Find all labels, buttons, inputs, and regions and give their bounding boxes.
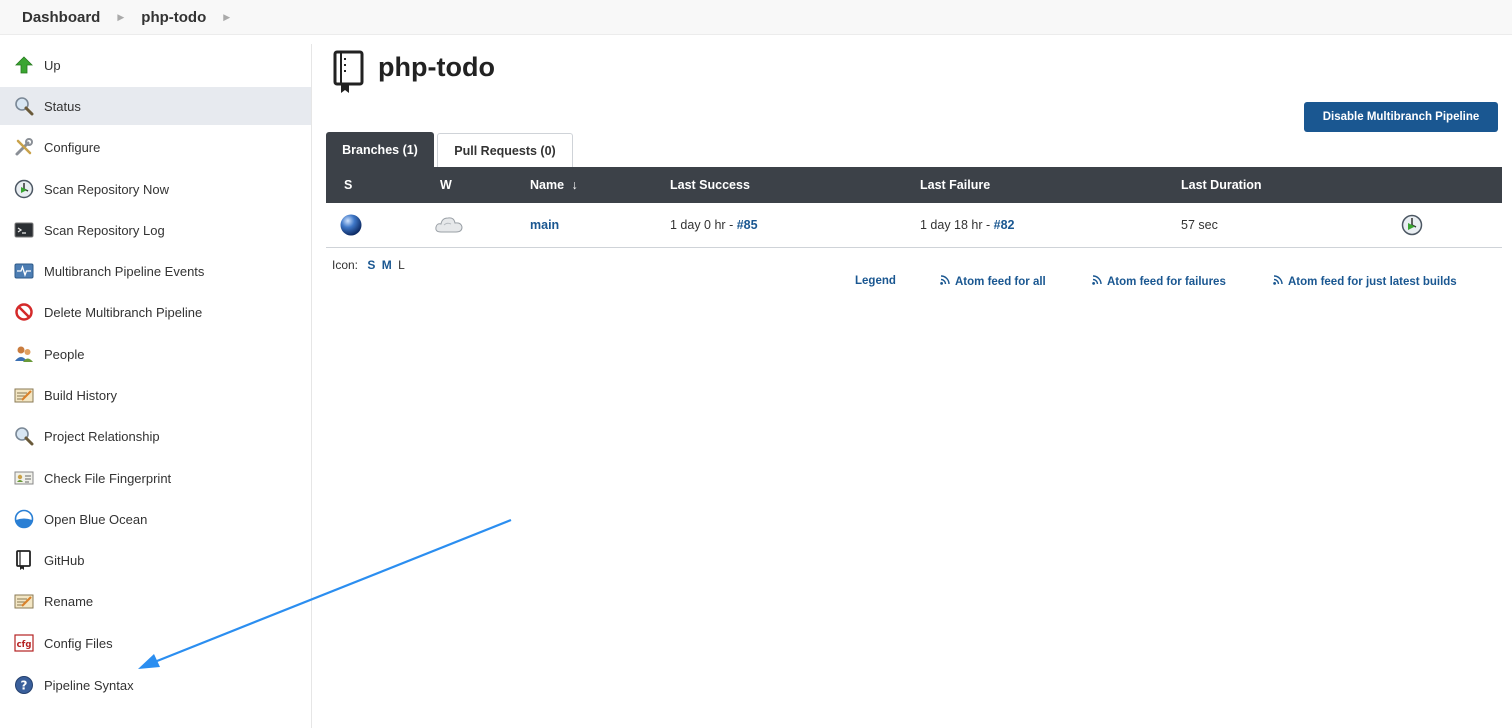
rss-icon [1273, 275, 1283, 288]
sidebar-item-label: People [44, 346, 85, 362]
last-success-time: 1 day 0 hr - [670, 218, 737, 232]
cfg-file-icon: cfg [14, 633, 34, 653]
sidebar-item-label: Up [44, 57, 61, 73]
icon-size-large: L [398, 258, 405, 272]
sidebar-item-label: GitHub [44, 552, 85, 568]
no-entry-icon [14, 302, 34, 322]
sidebar-item-status[interactable]: Status [0, 87, 311, 125]
sidebar-item-up[interactable]: Up [0, 46, 311, 84]
last-duration-value: 57 sec [1181, 218, 1218, 232]
sidebar-item-label: Delete Multibranch Pipeline [44, 304, 203, 320]
sidebar-item-label: Check File Fingerprint [44, 470, 172, 486]
people-icon [14, 344, 34, 364]
last-failure-time: 1 day 18 hr - [920, 218, 994, 232]
breadcrumb-separator-icon: ▶ [117, 11, 125, 22]
rss-icon [1092, 275, 1102, 288]
sidebar-item-label: Scan Repository Log [44, 222, 165, 238]
wrench-screwdriver-icon [14, 137, 34, 157]
sidebar-item-github[interactable]: GitHub [0, 541, 311, 579]
sidebar-item-configure[interactable]: Configure [0, 128, 311, 166]
sidebar-item-build-history[interactable]: Build History [0, 376, 311, 414]
column-header-status[interactable]: S [344, 178, 352, 192]
atom-feed-latest-link[interactable]: Atom feed for just latest builds [1273, 275, 1457, 288]
sidebar-item-label: Rename [44, 593, 94, 609]
terminal-icon [14, 220, 34, 240]
sidebar-item-rename[interactable]: Rename [0, 582, 311, 620]
atom-feed-all-link[interactable]: Atom feed for all [940, 275, 1046, 288]
blue-ocean-icon [14, 509, 34, 529]
breadcrumb-php-todo[interactable]: php-todo [141, 9, 206, 26]
fingerprint-card-icon [14, 468, 34, 488]
sidebar-item-scan-repository-log[interactable]: Scan Repository Log [0, 211, 311, 249]
sidebar-item-pipeline-syntax[interactable]: ? Pipeline Syntax [0, 666, 311, 704]
up-arrow-icon [14, 55, 34, 75]
atom-feed-failures-link[interactable]: Atom feed for failures [1092, 275, 1226, 288]
cloud-icon [434, 213, 464, 238]
sidebar-item-label: Build History [44, 387, 117, 403]
sidebar-item-config-files[interactable]: cfg Config Files [0, 624, 311, 662]
table-row: main 1 day 0 hr - #85 1 day 18 hr - #82 … [326, 203, 1502, 248]
column-header-last-success[interactable]: Last Success [670, 178, 750, 192]
sidebar-item-multibranch-pipeline-events[interactable]: Multibranch Pipeline Events [0, 252, 311, 290]
svg-text:?: ? [21, 679, 28, 693]
disable-multibranch-pipeline-button[interactable]: Disable Multibranch Pipeline [1304, 102, 1498, 132]
sidebar-item-delete-multibranch-pipeline[interactable]: Delete Multibranch Pipeline [0, 293, 311, 331]
last-success-build-link[interactable]: #85 [737, 218, 758, 232]
last-failure-cell: 1 day 18 hr - #82 [920, 218, 1015, 232]
breadcrumb-separator-icon[interactable]: ▶ [223, 12, 230, 23]
sidebar-item-label: Scan Repository Now [44, 181, 169, 197]
sidebar-item-label: Config Files [44, 635, 113, 651]
sidebar-item-label: Multibranch Pipeline Events [44, 263, 205, 279]
atom-feed-failures-label: Atom feed for failures [1107, 275, 1226, 288]
sidebar-item-check-file-fingerprint[interactable]: Check File Fingerprint [0, 459, 311, 497]
scan-clock-icon [14, 179, 34, 199]
branches-table-header: S W Name ↓ Last Success Last Failure Las… [326, 167, 1502, 203]
branch-name-link[interactable]: main [530, 218, 559, 232]
notepad-icon [14, 385, 34, 405]
sidebar-item-project-relationship[interactable]: Project Relationship [0, 417, 311, 455]
last-failure-build-link[interactable]: #82 [994, 218, 1015, 232]
sidebar-item-scan-repository-now[interactable]: Scan Repository Now [0, 170, 311, 208]
sidebar: Up Status Configure Scan Repository Now … [0, 44, 312, 728]
legend-link[interactable]: Legend [855, 275, 896, 287]
icon-size-medium[interactable]: M [382, 258, 392, 272]
sidebar-item-label: Project Relationship [44, 428, 160, 444]
sort-down-arrow-icon: ↓ [571, 178, 578, 192]
icon-size-selector: Icon: S M L [332, 258, 405, 272]
atom-feed-all-label: Atom feed for all [955, 275, 1046, 288]
breadcrumb-dashboard[interactable]: Dashboard [22, 9, 100, 26]
notepad-icon [14, 591, 34, 611]
monitor-pulse-icon [14, 261, 34, 281]
schedule-build-icon[interactable] [1401, 214, 1423, 239]
breadcrumb: Dashboard ▶ php-todo ▶ [0, 0, 1512, 35]
column-header-last-failure[interactable]: Last Failure [920, 178, 990, 192]
column-header-name-label: Name [530, 178, 565, 192]
column-header-last-duration[interactable]: Last Duration [1181, 178, 1262, 192]
sidebar-item-label: Configure [44, 139, 101, 155]
svg-text:cfg: cfg [17, 640, 32, 650]
help-circle-icon: ? [14, 675, 34, 695]
sidebar-item-label: Status [44, 98, 81, 114]
last-success-cell: 1 day 0 hr - #85 [670, 218, 758, 232]
sidebar-item-open-blue-ocean[interactable]: Open Blue Ocean [0, 500, 311, 538]
magnifier-icon [14, 96, 34, 116]
tab-pull-requests[interactable]: Pull Requests (0) [437, 133, 573, 167]
column-header-name[interactable]: Name ↓ [530, 178, 578, 192]
sidebar-item-people[interactable]: People [0, 335, 311, 373]
icon-size-label: Icon: [332, 258, 359, 272]
icon-size-small[interactable]: S [367, 258, 375, 272]
sidebar-item-label: Pipeline Syntax [44, 677, 134, 693]
repo-book-icon [14, 550, 34, 570]
atom-feed-latest-label: Atom feed for just latest builds [1288, 275, 1457, 288]
blue-ball-icon [339, 213, 363, 240]
magnifier-icon [14, 426, 34, 446]
sidebar-item-label: Open Blue Ocean [44, 511, 148, 527]
column-header-weather[interactable]: W [440, 178, 452, 192]
repo-book-icon [332, 50, 366, 97]
page-title: php-todo [378, 52, 495, 82]
rss-icon [940, 275, 950, 288]
tab-branches[interactable]: Branches (1) [326, 132, 434, 167]
